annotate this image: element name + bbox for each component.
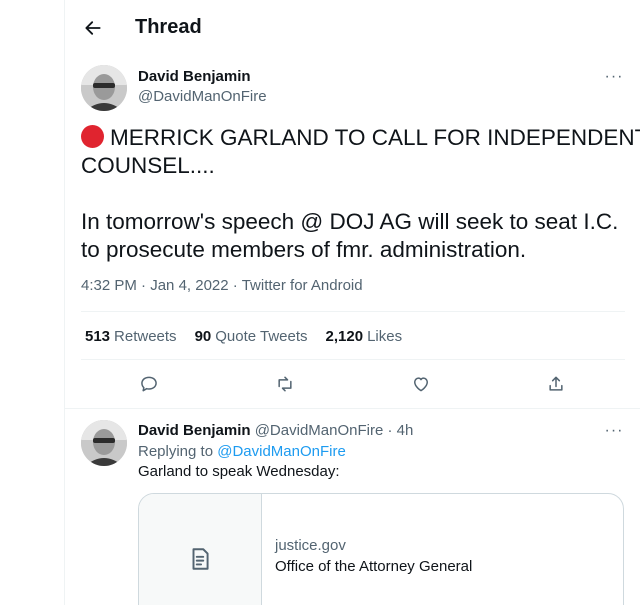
tweet-time[interactable]: 4:32 PM	[81, 277, 137, 294]
retweet-button[interactable]	[271, 370, 299, 398]
like-button[interactable]	[407, 370, 435, 398]
author-handle[interactable]: @DavidManOnFire	[138, 88, 267, 105]
arrow-left-icon	[85, 21, 101, 35]
tweet-date[interactable]: Jan 4, 2022	[150, 277, 228, 294]
likes-stat[interactable]: 2,120 Likes	[326, 328, 403, 345]
card-domain: justice.gov	[275, 537, 346, 554]
avatar-photo	[81, 420, 127, 466]
author-name[interactable]: David Benjamin	[138, 68, 251, 85]
thread-column: Thread David Benjamin @DavidManOnFire ··…	[64, 0, 640, 605]
tweet-line-3: In tomorrow's speech @ DOJ AG will seek …	[81, 209, 619, 234]
reply-age[interactable]: · 4h	[387, 422, 413, 439]
likes-count: 2,120	[325, 328, 364, 345]
tweet-actions	[65, 370, 640, 398]
tweet-line-2: COUNSEL....	[81, 153, 215, 178]
share-button[interactable]	[542, 370, 570, 398]
replying-prefix: Replying to	[138, 443, 214, 460]
retweets-stat[interactable]: 513 Retweets	[85, 328, 177, 345]
share-icon	[549, 376, 563, 391]
reply-button[interactable]	[135, 370, 163, 398]
quote-tweets-label: Quote Tweets	[215, 328, 308, 345]
card-title: Office of the Attorney General	[275, 558, 473, 575]
tweet-line-4: to prosecute members of fmr. administrat…	[81, 237, 527, 262]
meta-separator: ·	[141, 277, 147, 294]
tweet-source[interactable]: Twitter for Android	[242, 277, 363, 294]
reply-header: David Benjamin @DavidManOnFire · 4h	[138, 422, 413, 439]
reply-author-name[interactable]: David Benjamin	[138, 422, 251, 439]
replying-handle-link[interactable]: @DavidManOnFire	[217, 443, 346, 460]
replying-to: Replying to @DavidManOnFire	[138, 443, 346, 460]
reply-author-handle[interactable]: @DavidManOnFire	[255, 422, 384, 439]
divider	[81, 359, 625, 360]
retweets-count: 513	[85, 328, 111, 345]
retweet-icon	[278, 376, 292, 392]
more-options-icon[interactable]: ···	[603, 420, 625, 442]
link-card[interactable]: justice.gov Office of the Attorney Gener…	[138, 493, 624, 605]
meta-separator: ·	[232, 277, 238, 294]
divider	[81, 311, 625, 312]
tweet-meta: 4:32 PM · Jan 4, 2022 · Twitter for Andr…	[81, 277, 363, 294]
avatar[interactable]	[81, 420, 127, 466]
page-title: Thread	[135, 16, 202, 38]
tweet-stats: 513 Retweets 90 Quote Tweets 2,120 Likes	[85, 328, 402, 345]
card-thumbnail	[139, 494, 262, 605]
likes-label: Likes	[367, 328, 403, 345]
quote-tweets-stat[interactable]: 90 Quote Tweets	[195, 328, 308, 345]
quote-tweets-count: 90	[194, 328, 212, 345]
back-button[interactable]	[79, 14, 107, 42]
avatar[interactable]	[81, 65, 127, 111]
tweet-line-1: MERRICK GARLAND TO CALL FOR INDEPENDENT	[110, 125, 640, 150]
reply-icon	[141, 376, 157, 392]
more-options-icon[interactable]: ···	[603, 66, 625, 88]
like-icon	[414, 377, 428, 392]
tweet-text: MERRICK GARLAND TO CALL FOR INDEPENDENT …	[81, 124, 640, 264]
red-circle-icon	[81, 125, 104, 148]
document-icon	[192, 548, 209, 570]
avatar-photo	[81, 65, 127, 111]
thread-header: Thread	[65, 0, 640, 56]
retweets-label: Retweets	[114, 328, 177, 345]
reply-text: Garland to speak Wednesday:	[138, 463, 340, 480]
divider	[65, 408, 640, 409]
